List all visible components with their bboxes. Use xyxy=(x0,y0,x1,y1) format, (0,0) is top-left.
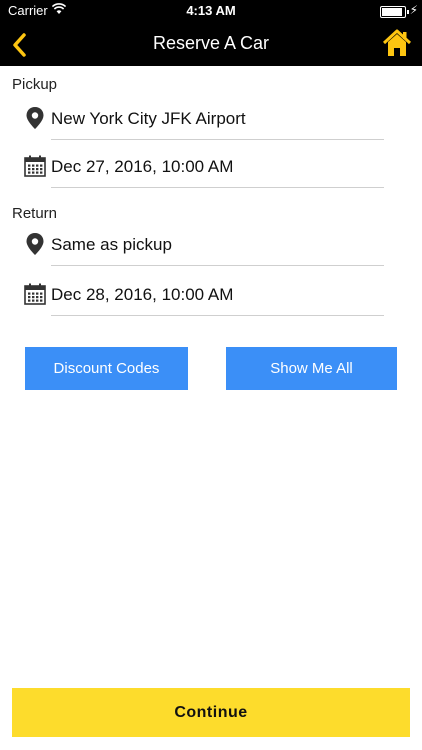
pickup-datetime-value: Dec 27, 2016, 10:00 AM xyxy=(51,157,234,176)
location-pin-icon xyxy=(26,233,44,255)
show-me-all-button[interactable]: Show Me All xyxy=(226,347,397,390)
clock: 4:13 AM xyxy=(186,3,236,18)
status-bar: Carrier 4:13 AM ⚡ xyxy=(0,0,422,22)
location-pin-icon xyxy=(26,107,44,129)
calendar-icon xyxy=(24,283,46,305)
calendar-icon xyxy=(24,155,46,177)
return-location-field[interactable]: Same as pickup xyxy=(24,226,384,266)
battery-icon xyxy=(380,6,409,18)
return-datetime-field[interactable]: Dec 28, 2016, 10:00 AM xyxy=(24,276,384,316)
divider xyxy=(51,187,384,188)
nav-bar: Reserve A Car xyxy=(0,22,422,66)
home-button[interactable] xyxy=(382,28,412,58)
discount-codes-button[interactable]: Discount Codes xyxy=(25,347,188,390)
pickup-label: Pickup xyxy=(12,76,58,93)
charging-icon: ⚡ xyxy=(409,3,418,17)
pickup-location-field[interactable]: New York City JFK Airport xyxy=(24,100,384,140)
divider xyxy=(51,265,384,266)
pickup-location-value: New York City JFK Airport xyxy=(51,109,246,128)
continue-button[interactable]: Continue xyxy=(12,688,410,737)
pickup-datetime-field[interactable]: Dec 27, 2016, 10:00 AM xyxy=(24,148,384,188)
return-label: Return xyxy=(12,205,58,222)
home-icon xyxy=(382,29,412,56)
return-location-value: Same as pickup xyxy=(51,235,172,254)
divider xyxy=(51,315,384,316)
divider xyxy=(51,139,384,140)
page-title: Reserve A Car xyxy=(152,33,270,53)
return-datetime-value: Dec 28, 2016, 10:00 AM xyxy=(51,285,234,304)
